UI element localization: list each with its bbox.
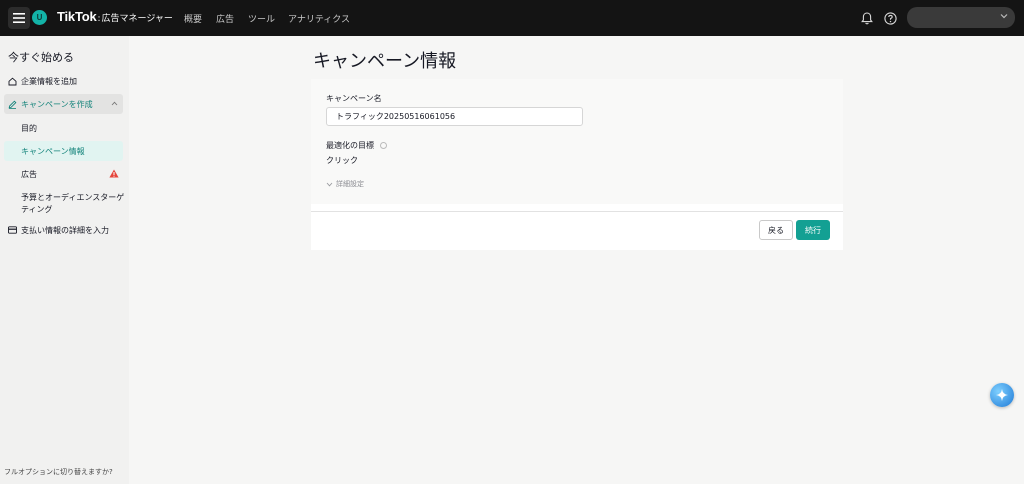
nav-tools[interactable]: ツール — [248, 12, 288, 25]
optimization-goal-label-text: 最適化の目標 — [326, 141, 374, 150]
campaign-name-input[interactable]: トラフィック20250516061056 — [326, 107, 583, 126]
campaign-info-card: キャンペーン名 トラフィック20250516061056 最適化の目標 クリック… — [311, 79, 843, 250]
brand-name: TikTok — [57, 9, 97, 24]
card-divider — [311, 211, 843, 212]
brand-product: 広告マネージャー — [101, 14, 173, 24]
account-selector[interactable] — [907, 7, 1015, 28]
advanced-settings-label: 詳細設定 — [336, 180, 364, 188]
sidebar-subitem-objective[interactable]: 目的 — [4, 118, 123, 138]
sidebar-subitem-ads[interactable]: 広告 — [4, 164, 123, 184]
switch-full-options-link[interactable]: フルオプションに切り替えますか? — [4, 467, 113, 477]
help-icon[interactable] — [883, 11, 897, 25]
sidebar-item-label: キャンペーンを作成 — [21, 99, 93, 109]
chevron-down-icon — [1000, 14, 1008, 19]
sidebar-item-company-info[interactable]: 企業情報を追加 — [4, 74, 123, 88]
user-avatar[interactable]: U — [32, 10, 47, 25]
notification-bell-icon[interactable] — [860, 11, 874, 25]
continue-button[interactable]: 続行 — [796, 220, 830, 240]
sidebar-item-payment-info[interactable]: 支払い情報の詳細を入力 — [4, 223, 123, 237]
info-icon[interactable] — [379, 142, 387, 149]
pencil-icon — [7, 99, 17, 109]
menu-icon — [13, 13, 25, 23]
back-button[interactable]: 戻る — [759, 220, 793, 240]
sidebar-subitem-budget-audience[interactable]: 予算とオーディエンスターゲティング — [21, 192, 125, 216]
brand-separator: : — [97, 14, 101, 24]
sidebar-item-create-campaign[interactable]: キャンペーンを作成 — [4, 94, 123, 114]
top-nav: 概要 広告 ツール アナリティクス — [184, 12, 350, 25]
page-title: キャンペーン情報 — [313, 51, 457, 72]
sparkle-icon — [996, 389, 1008, 401]
sidebar: 今すぐ始める 企業情報を追加 キャンペーンを作成 目的 キャンペーン情報 広告 … — [0, 36, 129, 484]
nav-analytics[interactable]: アナリティクス — [288, 12, 350, 25]
optimization-goal-label: 最適化の目標 — [326, 140, 387, 151]
nav-overview[interactable]: 概要 — [184, 12, 216, 25]
home-icon — [7, 76, 17, 86]
ai-assistant-button[interactable] — [990, 383, 1014, 407]
brand-logo[interactable]: TikTok : 広告マネージャー — [57, 9, 173, 24]
sidebar-subitem-campaign-info[interactable]: キャンペーン情報 — [4, 141, 123, 161]
nav-ads[interactable]: 広告 — [216, 12, 248, 25]
sidebar-item-label: 支払い情報の詳細を入力 — [21, 225, 109, 235]
chevron-up-icon[interactable] — [111, 101, 118, 106]
sidebar-title: 今すぐ始める — [8, 51, 74, 64]
chevron-down-icon — [326, 182, 333, 186]
sidebar-subitem-label: 広告 — [21, 169, 37, 179]
campaign-name-label: キャンペーン名 — [326, 94, 382, 103]
advanced-settings-toggle[interactable]: 詳細設定 — [326, 179, 364, 189]
card-icon — [7, 225, 17, 235]
campaign-info-section: キャンペーン名 トラフィック20250516061056 最適化の目標 クリック… — [311, 79, 843, 204]
top-bar: U TikTok : 広告マネージャー 概要 広告 ツール アナリティクス — [0, 0, 1024, 36]
optimization-goal-value: クリック — [326, 156, 358, 165]
warning-icon — [109, 169, 119, 178]
hamburger-menu-button[interactable] — [8, 7, 30, 29]
sidebar-item-label: 企業情報を追加 — [21, 76, 77, 86]
